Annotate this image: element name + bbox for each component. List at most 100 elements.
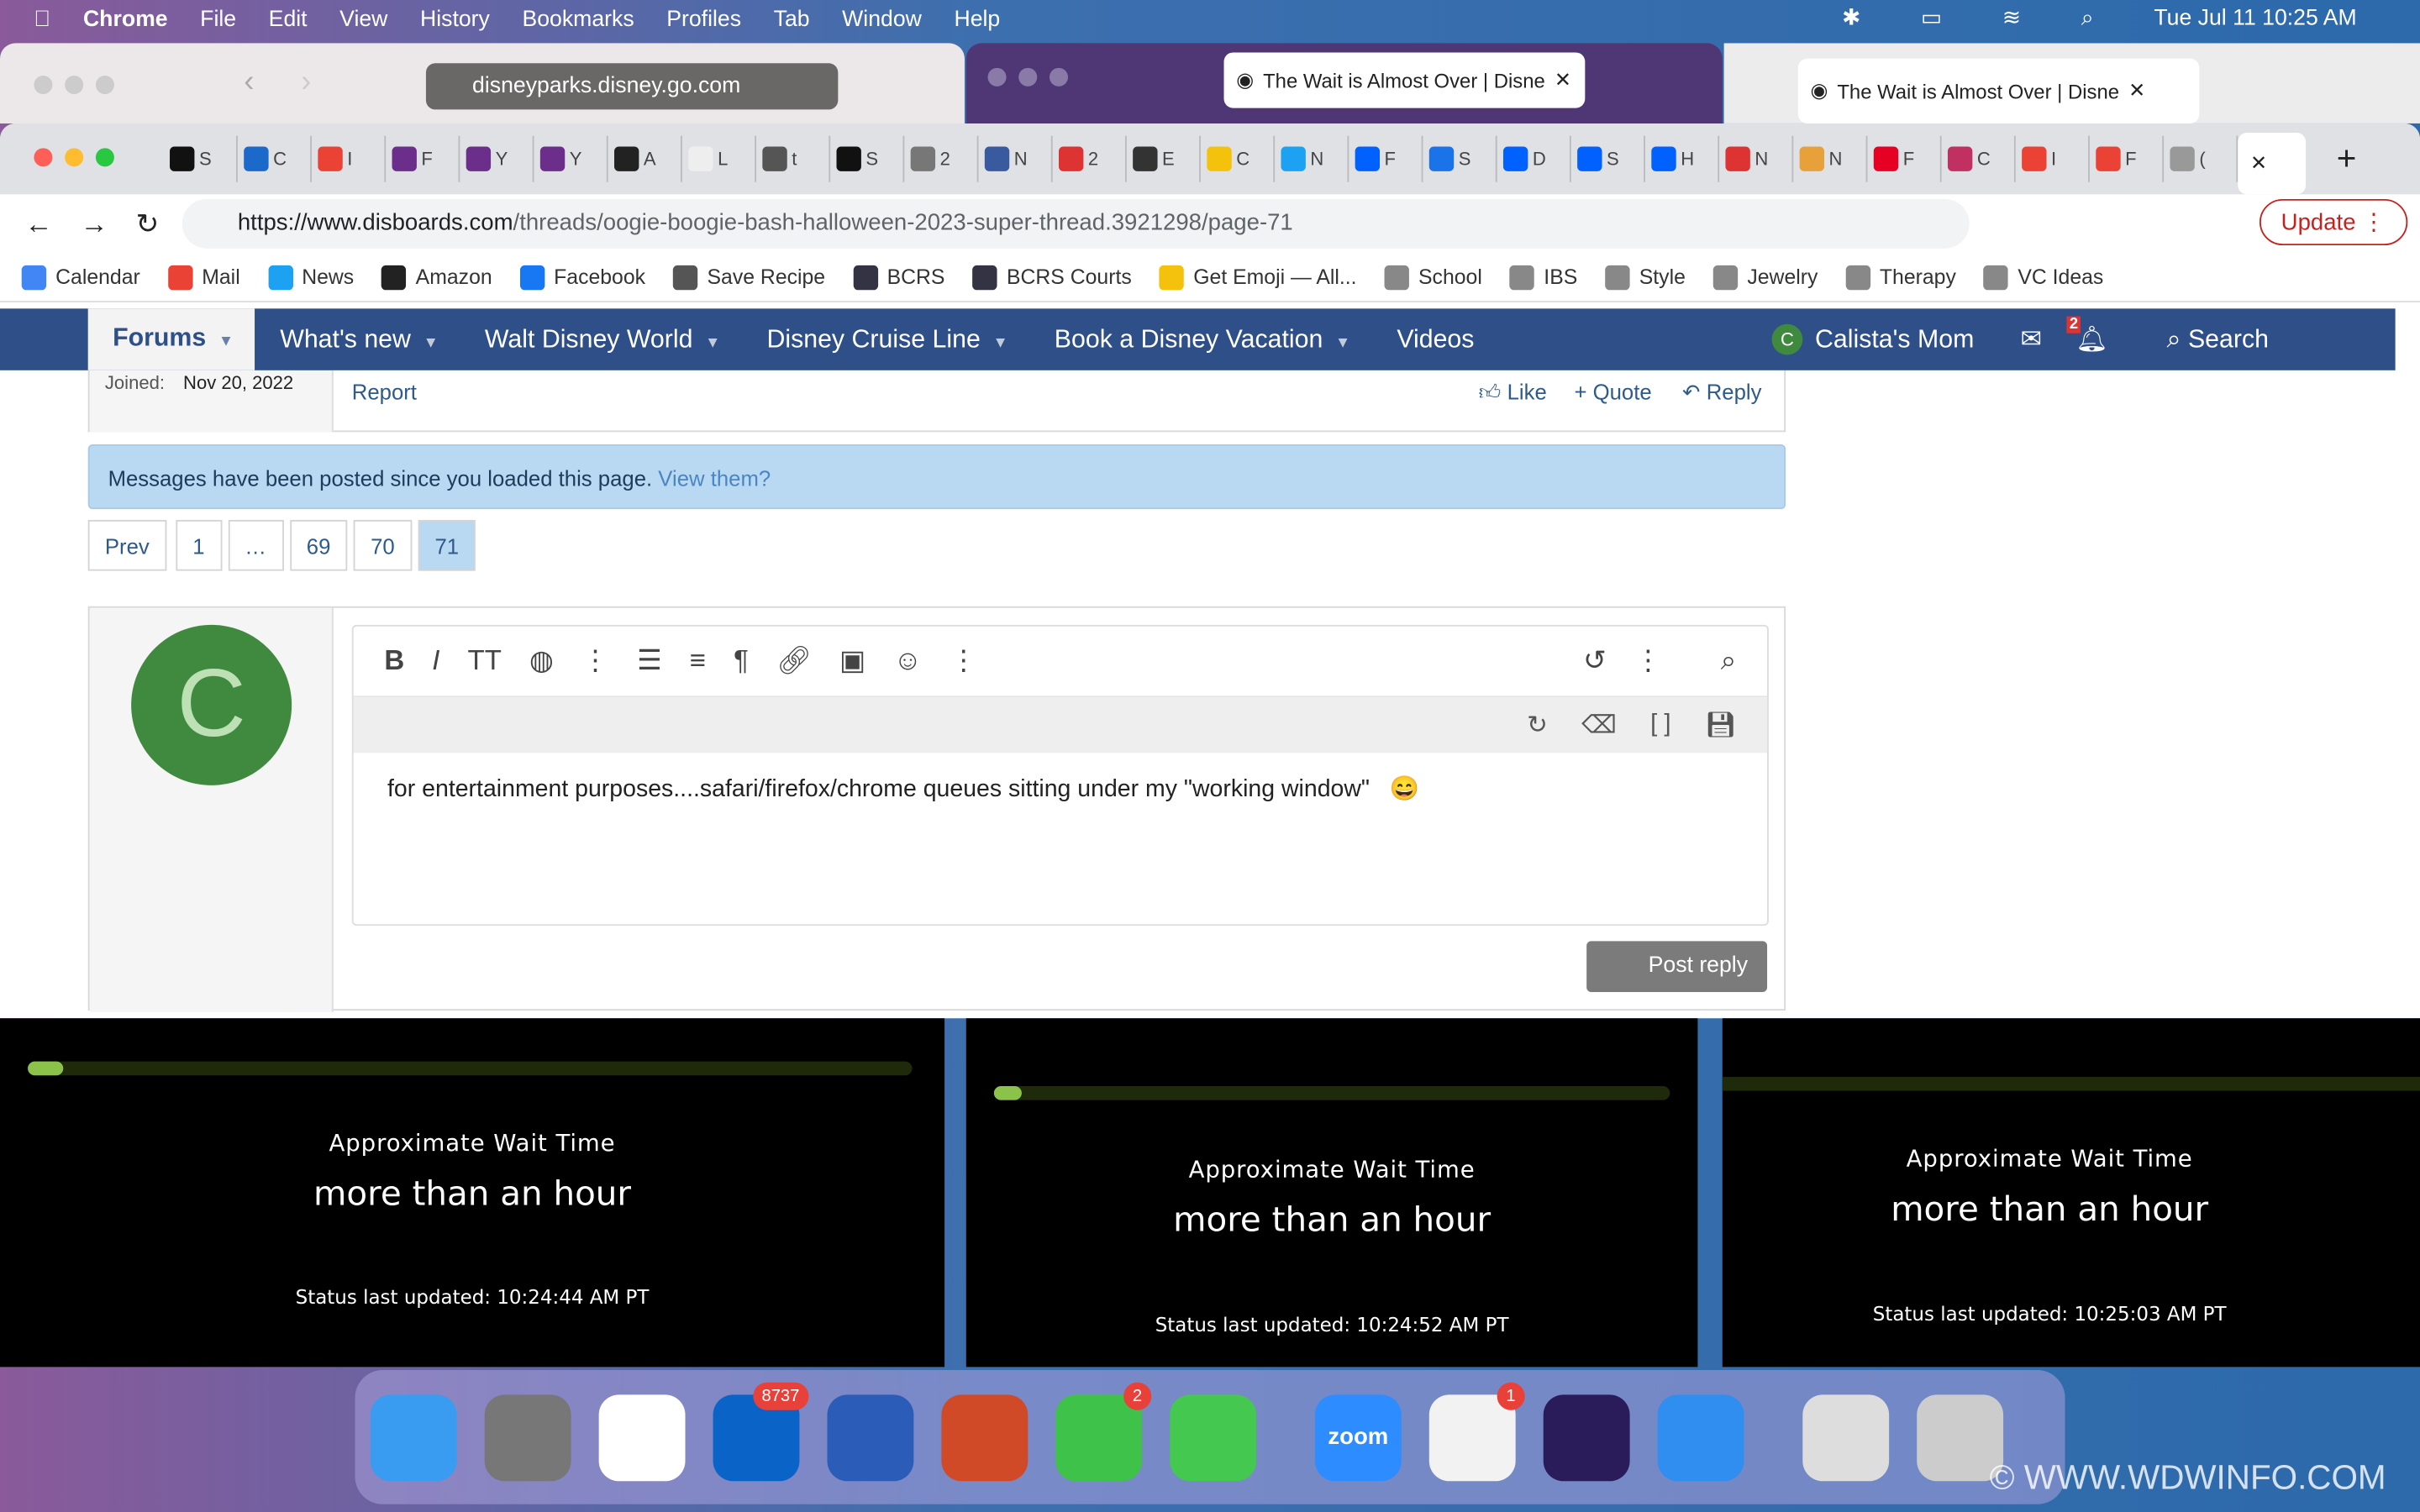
address-bar[interactable]: https://www.disboards.com/threads/oogie-… [182, 198, 1970, 249]
chrome-window-2[interactable]: ◉ The Wait is Almost Over | Disne ✕ [1723, 43, 2420, 123]
bookmark-style[interactable]: Style [1605, 264, 1686, 290]
nav-forums[interactable]: Forums ▼ [87, 308, 255, 370]
active-tab[interactable]: ✕ [2238, 132, 2307, 195]
dock-microsoft-installer[interactable]: 1 [1428, 1381, 1525, 1481]
redo-icon[interactable]: ↻ [1527, 710, 1548, 741]
browser-tab[interactable]: F [2090, 135, 2165, 182]
browser-tab[interactable]: N [1275, 135, 1349, 182]
dock-outlook[interactable]: 8737 [713, 1381, 809, 1481]
view-them-link[interactable]: View them? [658, 466, 771, 491]
bell-icon[interactable]: 🔔︎ 2 [2066, 315, 2108, 354]
nav-videos[interactable]: Videos [1397, 325, 1474, 354]
safari-address-bar[interactable]: disneyparks.disney.go.com [425, 63, 839, 110]
search-button[interactable]: ⌕ Search [2167, 325, 2269, 354]
browser-tab[interactable]: N [1719, 135, 1794, 182]
page-link[interactable]: … [228, 519, 284, 571]
prev-page-button[interactable]: Prev [87, 519, 166, 571]
bbcode-icon[interactable]: [ ] [1650, 711, 1671, 739]
preview-icon[interactable]: ⌕ [1721, 645, 1737, 678]
browser-tab[interactable]: C [1942, 135, 2016, 182]
menu-app[interactable]: Chrome [83, 8, 168, 32]
browser-tab[interactable]: t [756, 135, 831, 182]
browser-tab[interactable]: A [608, 135, 682, 182]
bookmark-mail[interactable]: Mail [167, 264, 240, 290]
dock-zoom[interactable]: Zoom [1314, 1394, 1402, 1481]
text-size-icon[interactable]: TT [468, 645, 502, 678]
close-icon[interactable]: ✕ [1555, 68, 1571, 92]
user-menu[interactable]: Calista's Mom [1815, 325, 1974, 354]
bookmark-calendar[interactable]: Calendar [21, 264, 140, 290]
clock[interactable]: Tue Jul 11 10:25 AM [2154, 6, 2356, 30]
bookmark-amazon[interactable]: Amazon [381, 264, 492, 290]
palette-icon[interactable]: ◍ [529, 645, 554, 678]
chevron-down-icon[interactable]: ▼ [218, 333, 234, 350]
chevron-down-icon[interactable]: ▼ [424, 334, 439, 351]
more-icon[interactable]: ⋮ [1634, 645, 1662, 678]
dock-messages[interactable] [1170, 1394, 1257, 1481]
browser-tab[interactable]: S [830, 135, 905, 182]
chevron-down-icon[interactable]: ▼ [705, 334, 720, 351]
browser-tab[interactable]: N [1793, 135, 1868, 182]
browser-tab[interactable]: D [1497, 135, 1571, 182]
page-link[interactable]: 70 [353, 519, 412, 571]
report-link[interactable]: Report [352, 380, 417, 404]
browser-tab[interactable]: F [386, 135, 460, 182]
new-tab-button[interactable]: + [2337, 139, 2357, 179]
menu-edit[interactable]: Edit [269, 8, 308, 32]
reload-icon[interactable]: ↻ [136, 207, 160, 240]
menu-file[interactable]: File [200, 8, 236, 32]
browser-tab[interactable]: Y [534, 135, 608, 182]
bookmark-facebook[interactable]: Facebook [519, 264, 645, 290]
nav-book-a-disney-vacation[interactable]: Book a Disney Vacation ▼ [1055, 325, 1350, 354]
emoji-icon[interactable]: ☺ [893, 645, 922, 678]
browser-tab[interactable]: H [1645, 135, 1720, 182]
menu-window[interactable]: Window [842, 8, 922, 32]
more-icon[interactable]: ⋮ [581, 645, 609, 678]
link-icon[interactable]: 🔗︎ [776, 645, 812, 678]
nav-disney-cruise-line[interactable]: Disney Cruise Line ▼ [766, 325, 1007, 354]
chevron-down-icon[interactable]: ▼ [993, 334, 1008, 351]
avatar[interactable]: C [131, 624, 292, 785]
menu-help[interactable]: Help [954, 8, 1000, 32]
search-icon[interactable]: ⌕ [2081, 6, 2094, 30]
dock-word[interactable] [827, 1394, 914, 1481]
undo-icon[interactable]: ↺ [1583, 645, 1607, 678]
bookmark-bcrs-courts[interactable]: BCRS Courts [972, 264, 1132, 290]
browser-tab[interactable]: 2 [1053, 135, 1127, 182]
post-reply-button[interactable]: Post reply [1586, 941, 1768, 993]
back-icon[interactable]: ← [24, 207, 52, 240]
browser-tab[interactable]: ( [2164, 135, 2238, 182]
dock-safari[interactable] [1657, 1394, 1744, 1481]
page-link[interactable]: 71 [418, 519, 476, 571]
wifi-icon[interactable]: ≋ [2002, 6, 2021, 30]
dock-chrome[interactable] [598, 1394, 686, 1481]
page-link[interactable]: 1 [176, 519, 222, 571]
message-input[interactable]: for entertainment purposes....safari/fir… [354, 753, 1767, 825]
forward-icon[interactable]: → [81, 207, 108, 240]
dock-facetime[interactable]: 2 [1055, 1381, 1152, 1481]
bookmark-ibs[interactable]: IBS [1509, 264, 1577, 290]
close-icon[interactable]: ✕ [2250, 151, 2267, 176]
menu-tab[interactable]: Tab [774, 8, 810, 32]
back-icon[interactable]: ‹ [244, 65, 254, 100]
dock-downloads[interactable] [1802, 1394, 1890, 1481]
browser-tab[interactable]: S [1571, 135, 1645, 182]
close-icon[interactable]: ✕ [2128, 79, 2145, 103]
dock-firefox[interactable] [1543, 1394, 1630, 1481]
paragraph-icon[interactable]: ¶ [734, 645, 749, 678]
menu-view[interactable]: View [339, 8, 387, 32]
browser-tab[interactable]: E [1127, 135, 1201, 182]
apple-icon[interactable]:  [34, 8, 50, 32]
save-draft-icon[interactable]: 💾︎ [1705, 710, 1736, 741]
firefox-tab[interactable]: ◉ The Wait is Almost Over | Disne ✕ [1223, 52, 1586, 108]
bookmark-news[interactable]: News [267, 264, 354, 290]
menu-bookmarks[interactable]: Bookmarks [522, 8, 634, 32]
browser-tab[interactable]: S [164, 135, 238, 182]
dock-system-settings[interactable] [484, 1394, 571, 1481]
like-button[interactable]: 👍︎ Like [1479, 380, 1547, 406]
browser-tab[interactable]: F [1349, 135, 1423, 182]
image-icon[interactable]: ▣ [839, 645, 865, 678]
align-icon[interactable]: ≡ [690, 645, 706, 678]
bookmark-therapy[interactable]: Therapy [1845, 264, 1956, 290]
browser-tab[interactable]: L [682, 135, 756, 182]
